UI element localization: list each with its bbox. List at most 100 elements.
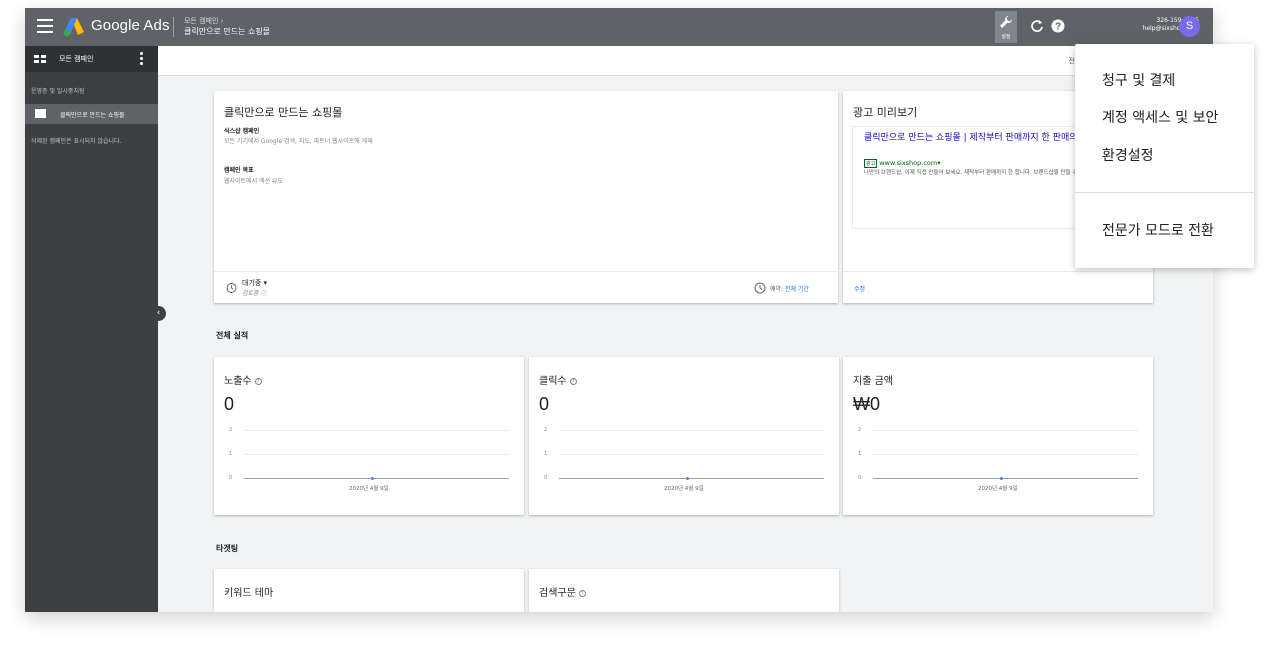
metric-chart: 2 1 0 2020년 4월 9일 bbox=[224, 427, 514, 497]
divider bbox=[173, 17, 174, 37]
svg-text:?: ? bbox=[1055, 22, 1061, 33]
sidebar-item-label: 클릭만으로 만드는 쇼핑몰 bbox=[60, 112, 125, 119]
metric-title-text: 클릭수 bbox=[539, 376, 567, 387]
avatar[interactable]: S bbox=[1179, 16, 1200, 37]
ad-display-url: 광고 www.sixshop.com▾ bbox=[864, 159, 940, 168]
metric-value: 0 bbox=[224, 394, 235, 414]
campaign-type-label: 식스샵 캠페인 bbox=[224, 128, 260, 135]
campaign-type-desc: 모든 기기에서 Google 검색, 지도, 파트너 웹사이트에 게재 bbox=[224, 138, 373, 145]
ad-preview-footer: 수정 bbox=[843, 271, 1153, 303]
sidebar-filter-label[interactable]: 운영중 및 일시중지됨 bbox=[31, 86, 85, 95]
gridline bbox=[244, 430, 509, 431]
metric-chart: 2 1 0 2020년 4월 9일 bbox=[853, 427, 1143, 497]
tick-label: 0 bbox=[544, 475, 548, 481]
chart-baseline bbox=[559, 478, 824, 479]
sidebar-header[interactable]: 모든 캠페인 bbox=[25, 46, 158, 72]
top-app-bar: Google Ads 모든 캠페인 › 클릭만으로 만드는 쇼핑몰 설정 ? 3… bbox=[25, 8, 1213, 46]
tick-label: 1 bbox=[858, 451, 862, 457]
x-axis-label: 2020년 4월 9일 bbox=[664, 486, 704, 492]
metric-chart: 2 1 0 2020년 4월 9일 bbox=[539, 427, 829, 497]
keyword-theme-title: 키워드 테마 bbox=[224, 588, 274, 599]
budget-period-link[interactable]: 전체 기간 bbox=[785, 286, 809, 293]
campaign-sidebar: 모든 캠페인 운영중 및 일시중지됨 클릭만으로 만드는 쇼핑몰 삭제된 캠페인… bbox=[25, 46, 158, 612]
data-point[interactable] bbox=[686, 477, 689, 480]
help-icon[interactable]: ? bbox=[569, 378, 577, 385]
shopping-campaign-icon bbox=[35, 109, 46, 118]
date-toolbar: 전 bbox=[158, 46, 1213, 76]
campaign-title: 클릭만으로 만드는 쇼핑몰 bbox=[224, 106, 343, 119]
campaign-status[interactable]: 대기중 ▾ bbox=[242, 278, 267, 288]
breadcrumb-current: 클릭만으로 만드는 쇼핑몰 bbox=[184, 27, 271, 36]
metric-card-impressions: 노출수? 0 2 1 0 2020년 4월 9일 bbox=[214, 357, 524, 515]
more-vert-icon[interactable] bbox=[140, 52, 144, 66]
tools-button[interactable]: 설정 bbox=[995, 11, 1017, 43]
campaign-goal-label: 캠페인 목표 bbox=[224, 167, 254, 174]
metric-title: 클릭수? bbox=[539, 372, 577, 387]
gridline bbox=[559, 454, 824, 455]
account-settings-menu: 청구 및 결제 계정 액세스 및 보안 환경설정 전문가 모드로 전환 bbox=[1075, 44, 1254, 268]
campaign-card-footer: 대기중 ▾ 검토중 ⓘ 예약: 전체 기간 bbox=[214, 271, 838, 303]
metric-card-cost: 지출 금액 ₩0 2 1 0 2020년 4월 9일 bbox=[843, 357, 1153, 515]
data-point[interactable] bbox=[371, 477, 374, 480]
help-icon[interactable]: ? bbox=[1051, 19, 1065, 33]
budget-info: 예약: 전체 기간 bbox=[770, 284, 809, 293]
grid-icon bbox=[34, 55, 46, 63]
menu-item-access-security[interactable]: 계정 액세스 및 보안 bbox=[1102, 107, 1218, 127]
menu-item-preferences[interactable]: 환경설정 bbox=[1102, 145, 1154, 165]
menu-item-billing[interactable]: 청구 및 결제 bbox=[1102, 70, 1175, 90]
hamburger-icon[interactable] bbox=[37, 19, 53, 33]
clock-icon bbox=[754, 282, 766, 294]
ad-preview-title: 광고 미리보기 bbox=[853, 106, 918, 119]
campaign-summary-card: 클릭만으로 만드는 쇼핑몰 식스샵 캠페인 모든 기기에서 Google 검색,… bbox=[214, 91, 838, 303]
tick-label: 2 bbox=[229, 427, 233, 433]
gridline bbox=[873, 454, 1138, 455]
gridline bbox=[873, 430, 1138, 431]
metric-title-text: 노출수 bbox=[224, 376, 252, 387]
tick-label: 1 bbox=[229, 451, 233, 457]
metric-title: 지출 금액 bbox=[853, 376, 893, 387]
sidebar-item-campaign[interactable]: 클릭만으로 만드는 쇼핑몰 bbox=[25, 104, 158, 124]
gridline bbox=[559, 430, 824, 431]
menu-item-expert-mode[interactable]: 전문가 모드로 전환 bbox=[1102, 220, 1214, 240]
tick-label: 0 bbox=[858, 475, 862, 481]
collapse-sidebar-button[interactable]: ‹ bbox=[151, 306, 166, 321]
menu-divider bbox=[1075, 192, 1254, 193]
campaign-goal-desc: 웹사이트에서 액션 유도 bbox=[224, 178, 284, 185]
gridline bbox=[244, 454, 509, 455]
tools-label: 설정 bbox=[1001, 34, 1011, 40]
google-ads-logo bbox=[63, 18, 84, 37]
campaign-review-status: 검토중 ⓘ bbox=[242, 290, 267, 297]
app-window: Google Ads 모든 캠페인 › 클릭만으로 만드는 쇼핑몰 설정 ? 3… bbox=[25, 8, 1213, 612]
chart-baseline bbox=[244, 478, 509, 479]
breadcrumb-parent[interactable]: 모든 캠페인 › bbox=[184, 16, 223, 26]
sidebar-header-label: 모든 캠페인 bbox=[59, 55, 94, 63]
tick-label: 2 bbox=[858, 427, 862, 433]
keyword-theme-card: 키워드 테마 bbox=[214, 569, 524, 612]
tick-label: 2 bbox=[544, 427, 548, 433]
help-icon[interactable]: ? bbox=[254, 378, 262, 385]
performance-section-title: 전체 실적 bbox=[216, 331, 249, 340]
wrench-icon bbox=[1000, 16, 1012, 28]
ad-badge: 광고 bbox=[864, 159, 878, 168]
targeting-section-title: 타겟팅 bbox=[216, 544, 239, 553]
sidebar-note: 삭제된 캠페인은 표시되지 않습니다. bbox=[31, 138, 122, 145]
edit-ad-link[interactable]: 수정 bbox=[854, 284, 865, 293]
search-terms-title: 검색구문? bbox=[539, 584, 586, 599]
chevron-left-icon: ‹ bbox=[156, 308, 161, 318]
budget-prefix: 예약: bbox=[770, 286, 785, 293]
data-point[interactable] bbox=[1000, 477, 1003, 480]
refresh-icon[interactable] bbox=[1030, 19, 1044, 33]
help-icon[interactable]: ? bbox=[578, 590, 586, 597]
x-axis-label: 2020년 4월 9일 bbox=[978, 486, 1018, 492]
x-axis-label: 2020년 4월 9일 bbox=[349, 486, 389, 492]
metric-value: ₩0 bbox=[853, 394, 880, 414]
metric-card-clicks: 클릭수? 0 2 1 0 2020년 4월 9일 bbox=[529, 357, 839, 515]
search-terms-card: 검색구문? bbox=[529, 569, 839, 612]
ad-url-text: www.sixshop.com▾ bbox=[879, 159, 941, 167]
history-icon bbox=[226, 283, 237, 293]
tick-label: 1 bbox=[544, 451, 548, 457]
metric-title: 노출수? bbox=[224, 372, 262, 387]
tick-label: 0 bbox=[229, 475, 233, 481]
metric-value: 0 bbox=[539, 394, 550, 414]
brand-name: Google Ads bbox=[91, 17, 170, 34]
